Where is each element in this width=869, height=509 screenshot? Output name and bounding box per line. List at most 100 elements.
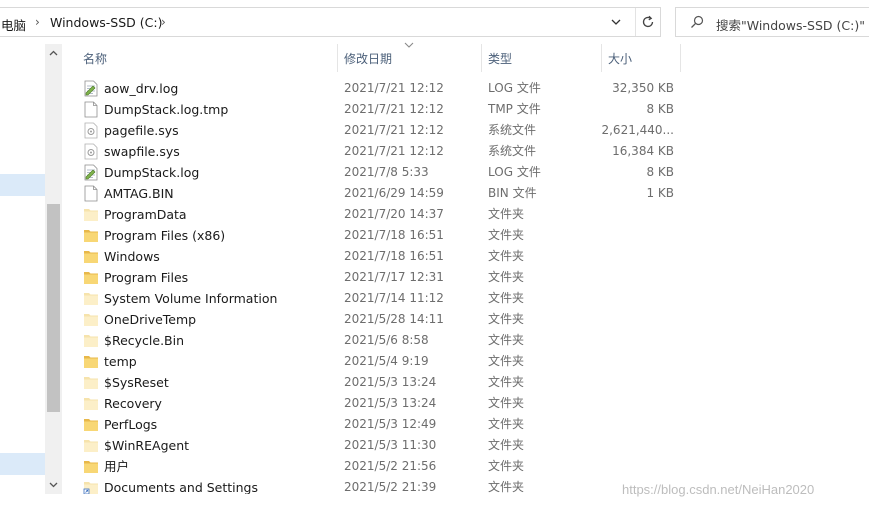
file-type: 系统文件 <box>488 144 537 158</box>
file-type: 文件夹 <box>488 228 525 242</box>
nav-scrollbar[interactable] <box>45 44 62 494</box>
nav-item-highlight[interactable] <box>0 453 45 475</box>
file-row[interactable]: Program Files 2021/7/17 12:31 文件夹 <box>75 267 695 288</box>
file-size <box>595 309 674 330</box>
file-date: 2021/7/21 12:12 <box>344 102 444 116</box>
file-row[interactable]: OneDriveTemp 2021/5/28 14:11 文件夹 <box>75 309 695 330</box>
hidden-folder-icon <box>83 290 99 307</box>
file-type: LOG 文件 <box>488 81 541 95</box>
column-header-type[interactable]: 类型 <box>488 44 512 72</box>
file-type: 文件夹 <box>488 438 525 452</box>
file-size: 1 KB <box>646 186 674 200</box>
file-row[interactable]: $Recycle.Bin 2021/5/6 8:58 文件夹 <box>75 330 695 351</box>
file-row[interactable]: swapfile.sys 2021/7/21 12:12 系统文件 16,384 KB <box>75 141 695 162</box>
file-type: 文件夹 <box>488 333 525 347</box>
file-date: 2021/7/17 12:31 <box>344 270 444 284</box>
file-row[interactable]: aow_drv.log 2021/7/21 12:12 LOG 文件 32,350 K… <box>75 78 695 99</box>
file-row[interactable]: 用户 2021/5/2 21:56 文件夹 <box>75 456 695 477</box>
file-type: TMP 文件 <box>488 102 541 116</box>
scroll-down-button[interactable] <box>45 476 62 493</box>
search-box[interactable]: 搜索"Windows-SSD (C:)" <box>675 7 869 37</box>
file-name: $SysReset <box>104 375 169 390</box>
hidden-folder-icon <box>83 395 99 412</box>
column-header-name[interactable]: 名称 <box>83 44 107 72</box>
column-divider[interactable] <box>601 44 602 72</box>
refresh-icon <box>642 15 653 28</box>
file-name: swapfile.sys <box>104 144 180 159</box>
file-name: DumpStack.log.tmp <box>104 102 229 117</box>
file-date: 2021/6/29 14:59 <box>344 186 444 200</box>
breadcrumb-drive-c[interactable]: Windows-SSD (C:) <box>50 15 162 30</box>
file-size <box>595 414 674 435</box>
file-row[interactable]: DumpStack.log 2021/7/8 5:33 LOG 文件 8 KB <box>75 162 695 183</box>
chevron-up-icon <box>49 50 58 55</box>
hidden-folder-icon <box>83 374 99 391</box>
watermark: https://blog.csdn.net/NeiHan2020 <box>622 482 815 497</box>
column-divider[interactable] <box>680 44 681 72</box>
file-row[interactable]: pagefile.sys 2021/7/21 12:12 系统文件 2,621,440… <box>75 120 695 141</box>
breadcrumb-this-pc[interactable]: 电脑 <box>1 15 26 34</box>
address-history-dropdown[interactable] <box>606 16 626 30</box>
file-row[interactable]: temp 2021/5/4 9:19 文件夹 <box>75 351 695 372</box>
folder-icon <box>83 416 99 433</box>
search-placeholder: 搜索"Windows-SSD (C:)" <box>716 18 865 33</box>
navigation-pane[interactable] <box>0 44 62 509</box>
file-type: 文件夹 <box>488 270 525 284</box>
file-row[interactable]: $SysReset 2021/5/3 13:24 文件夹 <box>75 372 695 393</box>
column-divider[interactable] <box>337 44 338 72</box>
file-row[interactable]: Recovery 2021/5/3 13:24 文件夹 <box>75 393 695 414</box>
folder-icon <box>83 458 99 475</box>
file-size <box>595 288 674 309</box>
file-date: 2021/5/3 13:24 <box>344 375 437 389</box>
column-header-date[interactable]: 修改日期 <box>344 44 392 72</box>
file-size <box>595 225 674 246</box>
column-header-size[interactable]: 大小 <box>608 44 632 72</box>
file-name: OneDriveTemp <box>104 312 197 327</box>
file-row[interactable]: Windows 2021/7/18 16:51 文件夹 <box>75 246 695 267</box>
file-date: 2021/5/2 21:56 <box>344 459 437 473</box>
file-size <box>595 246 674 267</box>
scroll-thumb[interactable] <box>47 204 60 412</box>
file-list[interactable]: aow_drv.log 2021/7/21 12:12 LOG 文件 32,350 K… <box>75 78 869 494</box>
breadcrumb-separator[interactable]: › <box>161 15 166 29</box>
file-name: temp <box>104 354 137 369</box>
refresh-button[interactable] <box>635 8 659 36</box>
file-date: 2021/7/14 11:12 <box>344 291 444 305</box>
file-type: 文件夹 <box>488 312 525 326</box>
file-row[interactable]: Program Files (x86) 2021/7/18 16:51 文件夹 <box>75 225 695 246</box>
file-size: 16,384 KB <box>612 144 674 158</box>
file-type: 文件夹 <box>488 249 525 263</box>
file-name: ProgramData <box>104 207 187 222</box>
address-bar[interactable]: 电脑 › Windows-SSD (C:) › <box>0 7 661 37</box>
file-row[interactable]: AMTAG.BIN 2021/6/29 14:59 BIN 文件 1 KB <box>75 183 695 204</box>
file-row[interactable]: Documents and Settings 2021/5/2 21:39 文件夹 <box>75 477 695 494</box>
file-name: Program Files <box>104 270 189 285</box>
column-divider[interactable] <box>481 44 482 72</box>
file-row[interactable]: System Volume Information 2021/7/14 11:12… <box>75 288 695 309</box>
file-date: 2021/7/21 12:12 <box>344 123 444 137</box>
folder-icon <box>83 248 99 265</box>
file-type: 文件夹 <box>488 417 525 431</box>
file-size <box>595 456 674 477</box>
address-bar-row: 电脑 › Windows-SSD (C:) › 搜索"Windows-SSD (… <box>0 0 869 44</box>
file-name: aow_drv.log <box>104 81 179 96</box>
file-name: Documents and Settings <box>104 480 259 494</box>
file-date: 2021/7/21 12:12 <box>344 144 444 158</box>
file-name: $WinREAgent <box>104 438 190 453</box>
breadcrumb-separator[interactable]: › <box>35 15 40 29</box>
file-date: 2021/5/28 14:11 <box>344 312 444 326</box>
shortcut-folder-icon <box>83 479 99 494</box>
file-size <box>595 435 674 456</box>
file-size <box>595 330 674 351</box>
file-row[interactable]: ProgramData 2021/7/20 14:37 文件夹 <box>75 204 695 225</box>
nav-item-highlight[interactable] <box>0 174 45 196</box>
file-name: Recovery <box>104 396 162 411</box>
file-row[interactable]: DumpStack.log.tmp 2021/7/21 12:12 TMP 文件 8 … <box>75 99 695 120</box>
scroll-up-button[interactable] <box>45 44 62 61</box>
blank-file-icon <box>83 185 99 202</box>
file-row[interactable]: PerfLogs 2021/5/3 12:49 文件夹 <box>75 414 695 435</box>
file-date: 2021/5/3 12:49 <box>344 417 437 431</box>
file-row[interactable]: $WinREAgent 2021/5/3 11:30 文件夹 <box>75 435 695 456</box>
file-name: $Recycle.Bin <box>104 333 185 348</box>
file-name: DumpStack.log <box>104 165 200 180</box>
